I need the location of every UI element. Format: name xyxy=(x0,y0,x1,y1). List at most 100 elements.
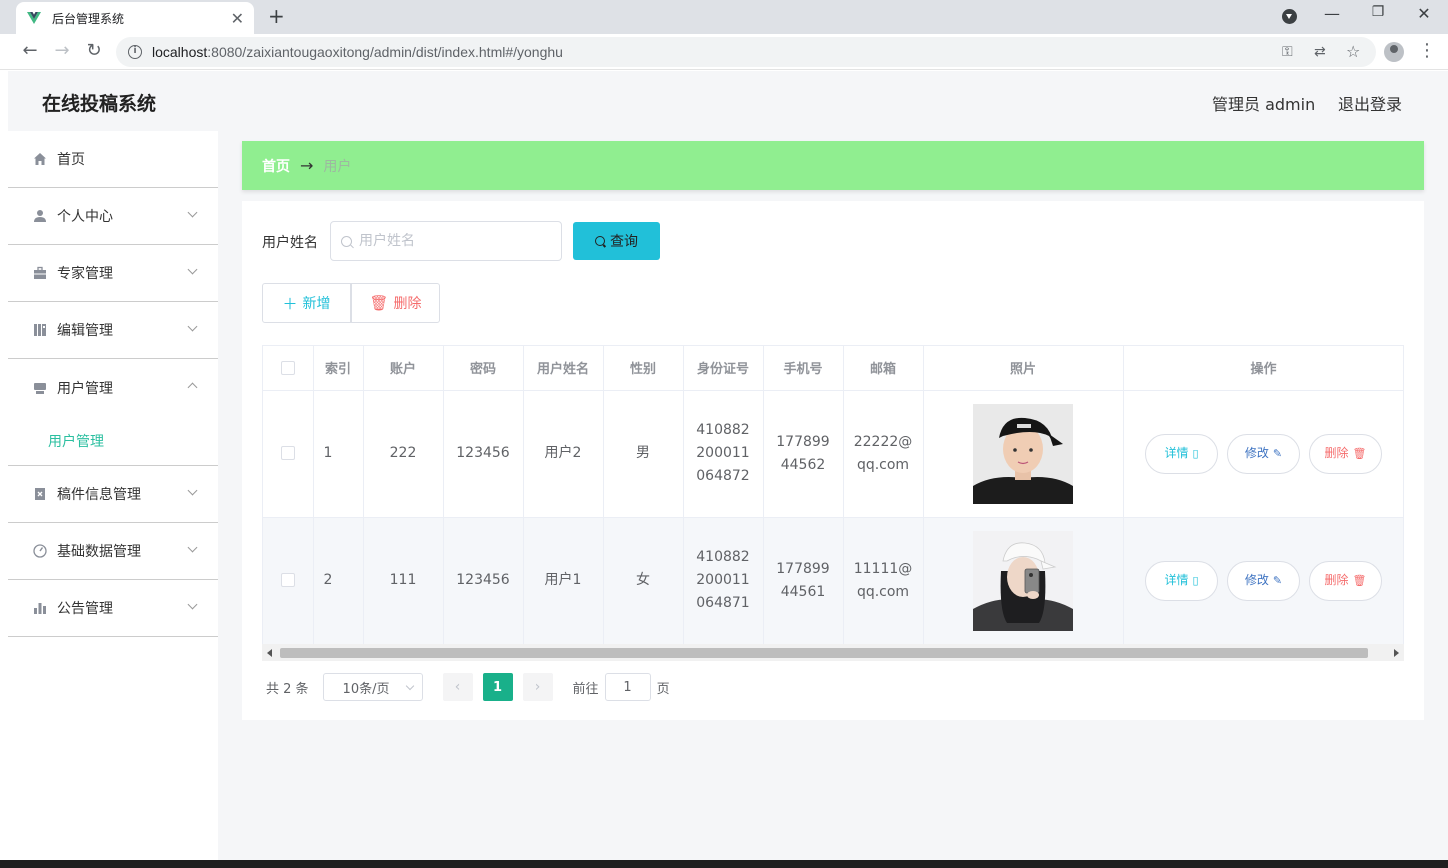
sidebar-item-label: 专家管理 xyxy=(57,266,113,282)
select-all-checkbox[interactable] xyxy=(280,360,295,375)
translate-icon[interactable]: ⇄ xyxy=(1314,44,1326,60)
reload-icon[interactable]: ↻ xyxy=(82,40,106,61)
cell-id-card: 410882200011064871 xyxy=(683,517,764,645)
detail-button-label: 详情 xyxy=(1164,446,1189,460)
add-button-label: 新增 xyxy=(302,296,331,312)
male-avatar-photo[interactable] xyxy=(973,403,1073,504)
star-icon[interactable]: ☆ xyxy=(1346,42,1360,61)
chevron-up-icon xyxy=(187,382,198,393)
profile-avatar-icon[interactable] xyxy=(1384,42,1404,62)
sidebar-item-editor-management[interactable]: 编辑管理 xyxy=(8,302,218,359)
new-tab-icon[interactable]: + xyxy=(268,4,285,28)
delete-button[interactable]: 删除 🗑︎ xyxy=(1309,433,1382,474)
add-button[interactable]: ＋ 新增 xyxy=(262,283,351,323)
sidebar-item-manuscript-management[interactable]: 稿件信息管理 xyxy=(8,466,218,523)
back-icon[interactable]: ← xyxy=(18,40,42,61)
chevron-down-icon xyxy=(187,485,198,496)
search-icon xyxy=(341,235,352,247)
document-icon xyxy=(32,486,48,502)
restore-icon[interactable]: ❐ xyxy=(1366,4,1390,20)
sidebar-item-announcement-management[interactable]: 公告管理 xyxy=(8,580,218,637)
url-text: localhost:8080/zaixiantougaoxitong/admin… xyxy=(152,44,563,60)
goto-suffix: 页 xyxy=(656,681,670,697)
pencil-icon: ✎ xyxy=(1272,574,1283,587)
page-number-button[interactable]: 1 xyxy=(482,673,513,701)
scrollbar-thumb[interactable] xyxy=(280,648,1368,658)
vue-logo-icon xyxy=(27,12,41,24)
row-checkbox[interactable] xyxy=(280,446,295,460)
scroll-right-icon[interactable] xyxy=(1394,649,1399,657)
table-row: 1 222 123456 用户2 男 410882200011064872 17… xyxy=(263,390,1403,518)
window-close-icon[interactable]: ✕ xyxy=(1412,4,1436,23)
browser-address-bar: ← → ↻ i localhost:8080/zaixiantougaoxito… xyxy=(0,34,1448,70)
batch-delete-button[interactable]: 🗑︎ 删除 xyxy=(351,283,440,323)
sidebar-item-user-management[interactable]: 用户管理 xyxy=(8,359,218,416)
table-header-row: 索引 账户 密码 用户姓名 性别 身份证号 手机号 邮箱 照片 操作 xyxy=(263,346,1403,391)
sidebar: 首页 个人中心 专家管理 编辑管理 用户管理 用户管理 稿件信息管理 基础数据管… xyxy=(8,131,218,860)
forward-icon[interactable]: → xyxy=(50,40,74,61)
logout-link[interactable]: 退出登录 xyxy=(1338,91,1402,115)
browser-menu-icon[interactable]: ⋮ xyxy=(1418,40,1436,61)
document-icon: ▯ xyxy=(1192,574,1199,587)
url-bar[interactable]: i localhost:8080/zaixiantougaoxitong/adm… xyxy=(116,37,1376,67)
cell-email: 11111@qq.com xyxy=(843,517,924,645)
delete-button-label: 删除 xyxy=(1324,446,1349,460)
page-size-select[interactable]: 10条/页 xyxy=(322,673,423,701)
close-tab-icon[interactable]: ✕ xyxy=(231,9,244,28)
pencil-icon: ✎ xyxy=(1272,447,1283,460)
chevron-down-icon xyxy=(187,542,198,553)
app-header: 在线投稿系统 管理员 admin 退出登录 xyxy=(8,71,1448,131)
browser-tab[interactable]: 后台管理系统 ✕ xyxy=(16,2,254,34)
horizontal-scrollbar[interactable] xyxy=(262,644,1404,661)
sidebar-item-basic-data-management[interactable]: 基础数据管理 xyxy=(8,523,218,580)
edit-button-label: 修改 xyxy=(1244,573,1269,587)
edit-button[interactable]: 修改 ✎ xyxy=(1227,560,1300,601)
trash-icon: 🗑︎ xyxy=(369,294,389,312)
cell-email: 22222@qq.com xyxy=(843,390,924,518)
search-label: 用户姓名 xyxy=(262,235,318,251)
search-input[interactable] xyxy=(359,233,539,249)
content-panel: 用户姓名 查询 ＋ 新增 🗑︎ 删除 xyxy=(242,201,1424,720)
column-header: 账户 xyxy=(363,346,444,391)
app-title: 在线投稿系统 xyxy=(42,93,157,115)
scroll-left-icon[interactable] xyxy=(267,649,272,657)
submenu-item-user-management[interactable]: 用户管理 xyxy=(8,416,218,466)
detail-button[interactable]: 详情 ▯ xyxy=(1145,433,1218,474)
delete-button-label: 删除 xyxy=(393,296,422,312)
delete-button[interactable]: 删除 🗑︎ xyxy=(1309,560,1382,601)
breadcrumb-separator: → xyxy=(300,156,314,175)
chevron-down-icon xyxy=(187,264,198,275)
table-row: 2 111 123456 用户1 女 410882200011064871 17… xyxy=(263,517,1403,645)
cell-name: 用户1 xyxy=(523,517,604,645)
prev-page-button[interactable]: ‹ xyxy=(442,673,473,701)
select-all-cell xyxy=(263,346,314,391)
tab-title: 后台管理系统 xyxy=(52,11,125,26)
column-header: 身份证号 xyxy=(683,346,764,391)
minimize-icon[interactable]: — xyxy=(1320,4,1344,23)
row-checkbox[interactable] xyxy=(280,573,295,587)
sidebar-item-label: 首页 xyxy=(57,152,85,168)
main-content: 首页 → 用户 用户姓名 查询 ＋ 新增 🗑︎ 删除 xyxy=(242,141,1424,720)
breadcrumb-home-link[interactable]: 首页 xyxy=(262,156,290,176)
detail-button[interactable]: 详情 ▯ xyxy=(1145,560,1218,601)
cell-actions: 详情 ▯ 修改 ✎ 删除 🗑︎ xyxy=(1123,390,1403,518)
tab-search-icon[interactable] xyxy=(1282,9,1297,24)
sidebar-item-home[interactable]: 首页 xyxy=(8,131,218,188)
chevron-down-icon xyxy=(187,599,198,610)
cell-password: 123456 xyxy=(443,390,524,518)
column-header: 索引 xyxy=(313,346,364,391)
sidebar-item-expert-management[interactable]: 专家管理 xyxy=(8,245,218,302)
query-button[interactable]: 查询 xyxy=(573,222,660,260)
female-avatar-photo[interactable] xyxy=(973,530,1073,631)
column-header: 手机号 xyxy=(763,346,844,391)
document-icon: ▯ xyxy=(1192,447,1199,460)
key-icon[interactable]: ⚿ xyxy=(1282,44,1293,60)
goto-page-input[interactable]: 1 xyxy=(604,673,651,701)
trash-icon: 🗑︎ xyxy=(1352,447,1367,460)
edit-button[interactable]: 修改 ✎ xyxy=(1227,433,1300,474)
cell-password: 123456 xyxy=(443,517,524,645)
info-icon[interactable]: i xyxy=(128,45,142,59)
search-input-wrapper[interactable] xyxy=(330,221,562,261)
sidebar-item-personal-center[interactable]: 个人中心 xyxy=(8,188,218,245)
next-page-button[interactable]: › xyxy=(522,673,553,701)
